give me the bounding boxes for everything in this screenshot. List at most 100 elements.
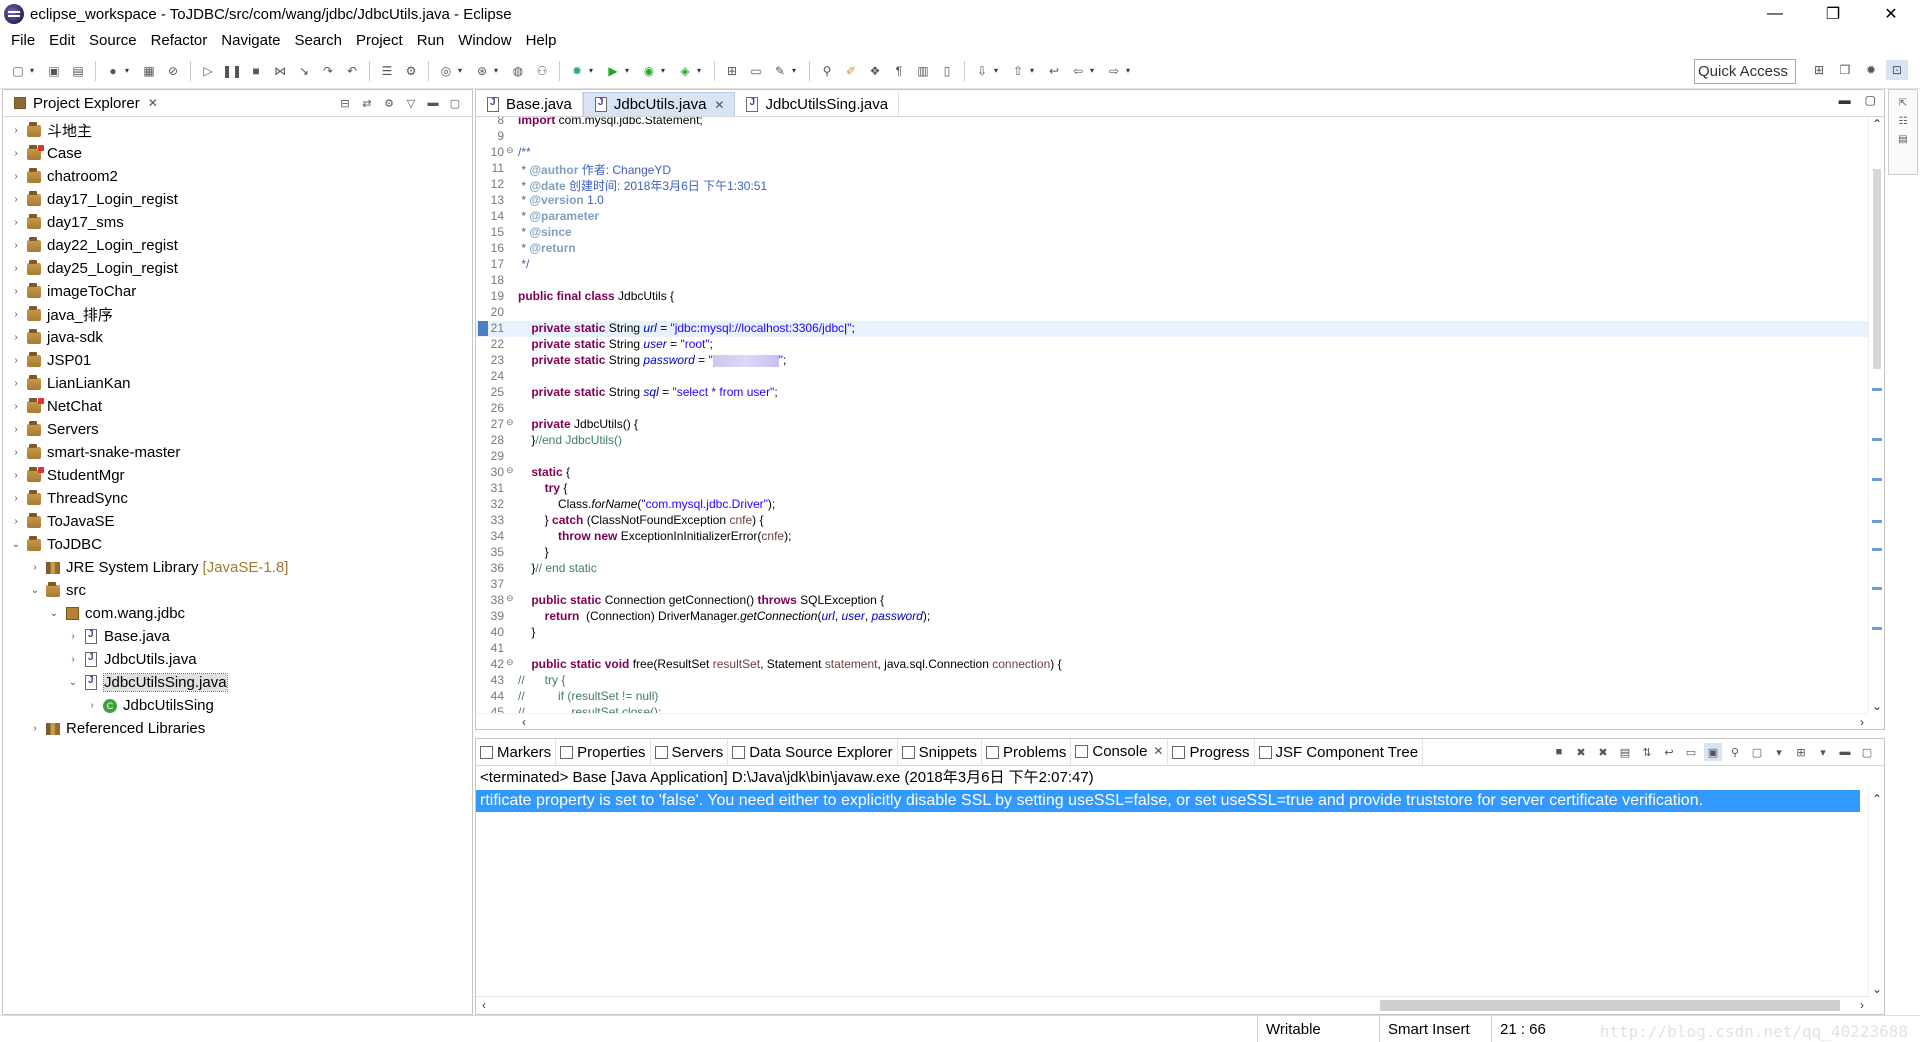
tree-item[interactable]: › java-sdk bbox=[3, 326, 472, 349]
open-console-dropdown-icon[interactable]: ▾ bbox=[1814, 743, 1832, 761]
toggle-mark-icon[interactable]: ❖ bbox=[865, 61, 885, 81]
fold-toggle-icon[interactable] bbox=[506, 193, 514, 209]
editor-horizontal-scrollbar[interactable]: ‹ › bbox=[476, 713, 1868, 729]
tree-item[interactable]: › ThreadSync bbox=[3, 487, 472, 510]
open-web-browser-icon[interactable]: ◍ bbox=[508, 61, 528, 81]
tree-item[interactable]: ⌄ ToJDBC bbox=[3, 533, 472, 556]
collapse-all-icon[interactable]: ⊟ bbox=[336, 94, 354, 112]
tree-item[interactable]: › C JdbcUtilsSing bbox=[3, 694, 472, 717]
code-line[interactable]: 15 * @since bbox=[476, 225, 1868, 241]
pin-console-icon[interactable]: ⚲ bbox=[1726, 743, 1744, 761]
panel-tab-properties[interactable]: Properties bbox=[556, 739, 651, 765]
scroll-right-icon[interactable]: › bbox=[1860, 998, 1864, 1012]
collapsed-chevron-icon[interactable]: › bbox=[9, 286, 23, 297]
code-line[interactable]: 26 bbox=[476, 401, 1868, 417]
code-line[interactable]: 22 private static String user = "root"; bbox=[476, 337, 1868, 353]
collapsed-chevron-icon[interactable]: › bbox=[9, 332, 23, 343]
fold-toggle-icon[interactable]: ⊖ bbox=[506, 657, 514, 673]
back-icon[interactable]: ⇦ bbox=[1068, 61, 1088, 81]
next-annotation-icon[interactable]: ⇩ bbox=[972, 61, 992, 81]
menu-navigate[interactable]: Navigate bbox=[214, 28, 287, 53]
overview-marker[interactable] bbox=[1872, 388, 1882, 391]
code-line[interactable]: 32 Class.forName("com.mysql.jdbc.Driver"… bbox=[476, 497, 1868, 513]
next-annotation-dropdown-icon[interactable]: ▾ bbox=[994, 66, 1002, 75]
tree-item[interactable]: › day17_sms bbox=[3, 211, 472, 234]
terminate-icon[interactable]: ■ bbox=[1550, 743, 1568, 761]
tree-item[interactable]: › Referenced Libraries bbox=[3, 717, 472, 740]
open-folder-icon[interactable]: ▭ bbox=[746, 61, 766, 81]
minimize-editor-icon[interactable]: ▬ bbox=[1839, 93, 1851, 107]
code-line[interactable]: 29 bbox=[476, 449, 1868, 465]
editor-tab[interactable]: JdbcUtilsSing.java bbox=[735, 92, 900, 116]
collapsed-chevron-icon[interactable]: › bbox=[9, 217, 23, 228]
tree-item[interactable]: › 斗地主 bbox=[3, 119, 472, 142]
code-line[interactable]: 23 private static String password = " "; bbox=[476, 353, 1868, 369]
java-ee-perspective-icon[interactable]: ❒ bbox=[1834, 60, 1856, 80]
code-line[interactable]: 38 ⊖ public static Connection getConnecti… bbox=[476, 593, 1868, 609]
collapsed-chevron-icon[interactable]: › bbox=[9, 355, 23, 366]
fold-toggle-icon[interactable] bbox=[506, 225, 514, 241]
panel-tab-data-source-explorer[interactable]: Data Source Explorer bbox=[728, 739, 898, 765]
collapsed-chevron-icon[interactable]: › bbox=[66, 631, 80, 642]
fold-toggle-icon[interactable] bbox=[506, 641, 514, 657]
fold-toggle-icon[interactable] bbox=[506, 209, 514, 225]
maximize-editor-icon[interactable]: ▢ bbox=[1865, 93, 1876, 107]
scroll-down-icon[interactable]: ⌄ bbox=[1872, 699, 1882, 713]
panel-tab-markers[interactable]: Markers bbox=[476, 739, 557, 765]
java-perspective-icon[interactable]: ⊡ bbox=[1886, 60, 1908, 80]
code-line[interactable]: 44 // if (resultSet != null) bbox=[476, 689, 1868, 705]
collapsed-chevron-icon[interactable]: › bbox=[9, 263, 23, 274]
code-line[interactable]: 33 } catch (ClassNotFoundException cnfe)… bbox=[476, 513, 1868, 529]
external-tools-icon[interactable]: ◈ bbox=[675, 61, 695, 81]
word-wrap-icon[interactable]: ↩ bbox=[1660, 743, 1678, 761]
collapsed-chevron-icon[interactable]: › bbox=[9, 148, 23, 159]
fold-toggle-icon[interactable] bbox=[506, 545, 514, 561]
minimize-button[interactable]: — bbox=[1746, 0, 1804, 28]
restore-button[interactable]: ❐ bbox=[1804, 0, 1862, 28]
fold-toggle-icon[interactable] bbox=[506, 497, 514, 513]
panel-tab-problems[interactable]: Problems bbox=[982, 739, 1072, 765]
code-line[interactable]: 21 private static String url = "jdbc:mys… bbox=[476, 321, 1868, 337]
scroll-left-icon[interactable]: ‹ bbox=[482, 998, 486, 1012]
pin-icon[interactable]: ⚲ bbox=[817, 61, 837, 81]
collapsed-chevron-icon[interactable]: › bbox=[9, 240, 23, 251]
run-icon[interactable]: ▶ bbox=[603, 61, 623, 81]
collapsed-chevron-icon[interactable]: › bbox=[28, 562, 42, 573]
tree-item[interactable]: › chatroom2 bbox=[3, 165, 472, 188]
fold-toggle-icon[interactable] bbox=[506, 689, 514, 705]
scroll-left-icon[interactable]: ‹ bbox=[522, 715, 526, 729]
tree-item[interactable]: › imageToChar bbox=[3, 280, 472, 303]
fold-toggle-icon[interactable]: ⊖ bbox=[506, 593, 514, 609]
tree-item[interactable]: › day25_Login_regist bbox=[3, 257, 472, 280]
show-whitespace-icon[interactable]: ¶ bbox=[889, 61, 909, 81]
code-line[interactable]: 28 }//end JdbcUtils() bbox=[476, 433, 1868, 449]
tree-item[interactable]: › day17_Login_regist bbox=[3, 188, 472, 211]
collapsed-chevron-icon[interactable]: › bbox=[9, 378, 23, 389]
expanded-chevron-icon[interactable]: ⌄ bbox=[66, 677, 80, 688]
menu-edit[interactable]: Edit bbox=[42, 28, 82, 53]
collapsed-chevron-icon[interactable]: › bbox=[66, 654, 80, 665]
save-all-icon[interactable]: ▤ bbox=[68, 61, 88, 81]
fold-toggle-icon[interactable]: ⊖ bbox=[506, 417, 514, 433]
terminate-icon[interactable]: ■ bbox=[246, 61, 266, 81]
panel-tab-jsf-component-tree[interactable]: JSF Component Tree bbox=[1255, 739, 1424, 765]
code-line[interactable]: 43 // try { bbox=[476, 673, 1868, 689]
fold-toggle-icon[interactable] bbox=[506, 449, 514, 465]
scroll-right-icon[interactable]: › bbox=[1860, 715, 1864, 729]
code-line[interactable]: 18 bbox=[476, 273, 1868, 289]
fold-toggle-icon[interactable] bbox=[506, 625, 514, 641]
fold-toggle-icon[interactable] bbox=[506, 529, 514, 545]
fold-toggle-icon[interactable] bbox=[506, 177, 514, 193]
step-into-icon[interactable]: ↘ bbox=[294, 61, 314, 81]
menu-help[interactable]: Help bbox=[519, 28, 564, 53]
menu-source[interactable]: Source bbox=[82, 28, 144, 53]
profile-icon[interactable]: ● bbox=[103, 61, 123, 81]
debug-icon[interactable]: ✹ bbox=[567, 61, 587, 81]
skip-breakpoints-icon[interactable]: ⊘ bbox=[163, 61, 183, 81]
fold-toggle-icon[interactable]: ⊖ bbox=[506, 465, 514, 481]
tree-item[interactable]: › Base.java bbox=[3, 625, 472, 648]
display-dropdown-icon[interactable]: ▾ bbox=[1770, 743, 1788, 761]
menu-run[interactable]: Run bbox=[410, 28, 452, 53]
scroll-up-icon[interactable]: ⌃ bbox=[1872, 117, 1882, 131]
collapsed-chevron-icon[interactable]: › bbox=[9, 470, 23, 481]
